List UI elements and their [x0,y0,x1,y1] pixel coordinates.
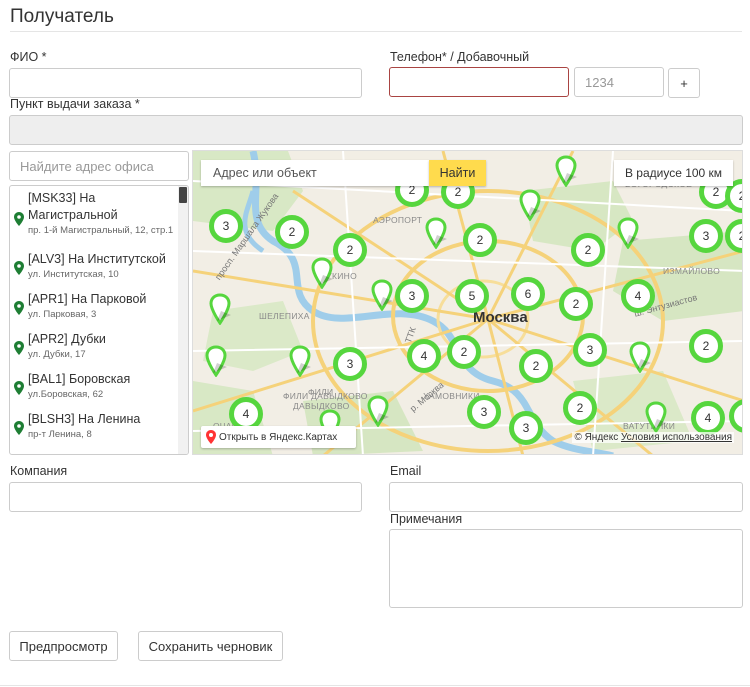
section-title: Получатель [10,6,114,27]
map-terms-link[interactable]: Условия использования [621,432,732,443]
map-location-pin-icon[interactable] [209,293,231,325]
map-location-pin-icon[interactable] [519,189,541,221]
office-name: [BAL1] Боровская [28,372,131,386]
map-marker-icon [14,261,24,275]
map-cluster-marker[interactable]: 4 [691,401,725,435]
office-address: ул.Боровская, 62 [28,389,104,400]
map-location-pin-icon[interactable] [371,279,393,311]
map-cluster-marker[interactable]: 2 [563,391,597,425]
pickup-point-field [9,115,743,145]
office-address: ул. Дубки, 17 [28,349,86,360]
map-cluster-marker[interactable]: 3 [467,395,501,429]
office-list-item[interactable]: [ALV3] На Институтской ул. Институтская, … [10,247,188,287]
map-cluster-marker[interactable]: 3 [333,347,367,381]
fio-label: ФИО * [10,50,47,64]
notes-label: Примечания [390,512,463,526]
map-cluster-marker[interactable]: 3 [209,209,243,243]
office-list-item[interactable]: [APR1] На Парковой ул. Парковая, 3 [10,287,188,327]
map-location-pin-icon[interactable] [205,345,227,377]
map-cluster-marker[interactable]: 2 [519,349,553,383]
map-copyright-text: © Яндекс [574,432,619,443]
office-list-item[interactable]: [MSK33] На Магистральной пр. 1-й Магистра… [10,186,188,247]
map[interactable]: МОЛЖАНИНОВСКИЙАЭРОПОРТЩУКИНОШЕЛЕПИХАФИЛИ… [192,150,743,455]
office-address: пр. 1-й Магистральный, 12, стр.1 [28,225,174,236]
map-cluster-marker[interactable]: 2 [333,233,367,267]
office-address: ул. Парковая, 3 [28,309,97,320]
fio-input[interactable] [9,68,362,98]
yandex-pin-icon [206,430,216,444]
map-find-button[interactable]: Найти [429,160,486,186]
map-cluster-marker[interactable]: 4 [621,279,655,313]
map-location-pin-icon[interactable] [629,341,651,373]
office-name: [ALV3] На Институтской [28,252,166,266]
section-divider [10,31,742,32]
map-cluster-marker[interactable]: 3 [689,219,723,253]
map-marker-icon [14,212,24,226]
map-cluster-marker[interactable]: 2 [447,335,481,369]
phone-input[interactable] [389,67,569,97]
map-cluster-marker[interactable]: 6 [511,277,545,311]
map-marker-icon [14,381,24,395]
office-list-scrollbar[interactable] [178,186,188,454]
map-cluster-marker[interactable]: 3 [573,333,607,367]
office-name: [APR2] Дубки [28,332,106,346]
map-location-pin-icon[interactable] [645,401,667,433]
office-search-input[interactable] [9,151,189,181]
office-name: [BLSH3] На Ленина [28,412,141,426]
map-location-pin-icon[interactable] [555,155,577,187]
office-list-item[interactable]: [APR2] Дубки ул. Дубки, 17 [10,327,188,367]
phone-extension-input[interactable] [574,67,664,97]
office-name: [APR1] На Парковой [28,292,147,306]
map-cluster-marker[interactable]: 2 [689,329,723,363]
office-address: ул. Институтская, 10 [28,269,119,280]
office-list[interactable]: [MSK33] На Магистральной пр. 1-й Магистра… [9,185,189,455]
map-district-label: АЭРОПОРТ [373,215,423,225]
office-name: [MSK33] На Магистральной [28,191,118,222]
map-district-label: ШЕЛЕПИХА [259,311,310,321]
map-city-label: Москва [473,309,528,326]
map-district-label: ФИЛИ ДАВЫДКОВО [283,391,368,401]
email-input[interactable] [389,482,743,512]
map-location-pin-icon[interactable] [425,217,447,249]
save-draft-button[interactable]: Сохранить черновик [138,631,283,661]
map-cluster-marker[interactable]: 2 [275,215,309,249]
office-list-item[interactable]: [BLSH3] На Ленина пр-т Ленина, 8 [10,407,188,447]
notes-textarea[interactable] [389,529,743,608]
bottom-divider [0,685,750,686]
map-district-label: ИЗМАЙЛОВО [663,266,720,276]
map-cluster-marker[interactable]: 2 [559,287,593,321]
map-cluster-marker[interactable]: 4 [407,339,441,373]
company-label: Компания [10,464,68,478]
add-phone-button[interactable]: + [668,68,700,98]
map-cluster-marker[interactable]: 2 [571,233,605,267]
office-list-scroll-thumb[interactable] [179,187,187,203]
company-input[interactable] [9,482,362,512]
email-label: Email [390,464,422,478]
map-location-pin-icon[interactable] [289,345,311,377]
map-location-pin-icon[interactable] [617,217,639,249]
map-cluster-marker[interactable]: 3 [395,279,429,313]
map-location-pin-icon[interactable] [367,395,389,427]
phone-label: Телефон* / Добавочный [390,50,530,64]
map-cluster-marker[interactable]: 5 [455,279,489,313]
open-in-yandex-maps-link[interactable]: Открыть в Яндекс.Картах [201,426,356,448]
map-cluster-marker[interactable]: 2 [463,223,497,257]
map-location-pin-icon[interactable] [311,257,333,289]
office-list-item[interactable]: [BAL1] Боровская ул.Боровская, 62 [10,367,188,407]
map-copyright: © Яндекс Условия использования [572,432,734,443]
open-in-yandex-maps-label: Открыть в Яндекс.Картах [219,431,338,443]
office-address: пр-т Ленина, 8 [28,429,92,440]
preview-button[interactable]: Предпросмотр [9,631,118,661]
map-marker-icon [14,341,24,355]
map-search-input[interactable] [201,160,429,186]
map-cluster-marker[interactable]: 3 [509,411,543,445]
map-radius-button[interactable]: В радиусе 100 км [614,160,733,186]
map-marker-icon [14,421,24,435]
map-marker-icon [14,301,24,315]
pickup-point-label: Пункт выдачи заказа * [10,97,140,111]
